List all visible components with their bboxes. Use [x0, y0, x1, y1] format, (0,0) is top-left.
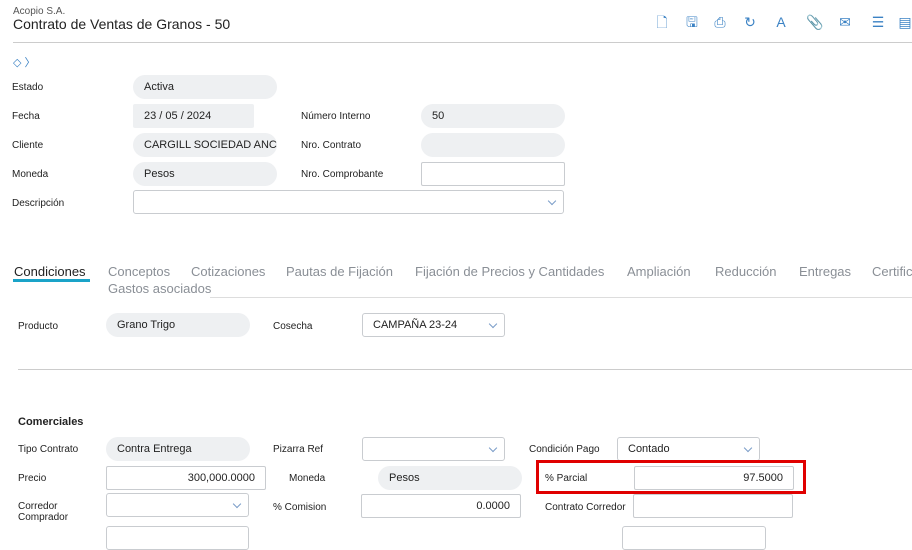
- fecha-label: Fecha: [12, 111, 40, 122]
- section-divider: [18, 369, 912, 370]
- nro-contrato-label: Nro. Contrato: [301, 140, 362, 151]
- tab-condiciones[interactable]: Condiciones: [14, 264, 86, 279]
- estado-label: Estado: [12, 82, 44, 93]
- text-document-icon[interactable]: A: [773, 14, 789, 30]
- tab-gastos-asociados[interactable]: Gastos asociados: [108, 281, 211, 296]
- chevron-down-icon: [232, 499, 242, 509]
- tab-ampliaci-n[interactable]: Ampliación: [627, 264, 691, 279]
- nro-comprobante-input[interactable]: [421, 162, 565, 186]
- chevron-down-icon: [743, 443, 753, 453]
- header-divider: [13, 42, 912, 43]
- producto-field: Grano Trigo: [106, 313, 250, 337]
- print-icon[interactable]: ⎙: [712, 14, 728, 30]
- nro-comprobante-label: Nro. Comprobante: [301, 169, 384, 180]
- cliente-field: CARGILL SOCIEDAD ANC: [133, 133, 277, 157]
- tab-entregas[interactable]: Entregas: [799, 264, 851, 279]
- chevron-down-icon: [488, 319, 498, 329]
- fecha-field[interactable]: 23 / 05 / 2024: [133, 104, 254, 128]
- corredor-label: Corredor Comprador: [18, 501, 69, 523]
- tabs-divider: [210, 297, 912, 298]
- cosecha-label: Cosecha: [273, 321, 313, 332]
- tipo-contrato-field: Contra Entrega: [106, 437, 250, 461]
- condicion-pago-select[interactable]: Contado: [617, 437, 760, 461]
- pizarra-select[interactable]: [362, 437, 505, 461]
- contrato-corredor-input[interactable]: [633, 494, 793, 518]
- refresh-icon[interactable]: ↻: [742, 14, 758, 30]
- cosecha-select[interactable]: CAMPAÑA 23-24: [362, 313, 505, 337]
- moneda-label: Moneda: [12, 169, 49, 180]
- new-document-icon[interactable]: 🗋: [654, 14, 670, 30]
- checklist-icon[interactable]: ☰: [870, 14, 886, 30]
- moneda-com-label: Moneda: [289, 473, 326, 484]
- tab-cotizaciones[interactable]: Cotizaciones: [191, 264, 265, 279]
- moneda-field: Pesos: [133, 162, 277, 186]
- condicion-pago-value: Contado: [628, 443, 670, 455]
- comision-label: % Comision: [273, 502, 327, 513]
- numero-interno-field: 50: [421, 104, 565, 128]
- list-icon[interactable]: ▤: [897, 14, 912, 30]
- next-row-select-2[interactable]: [622, 526, 766, 550]
- nro-contrato-field: [421, 133, 565, 157]
- comerciales-title: Comerciales: [18, 416, 84, 428]
- chevron-down-icon: [488, 443, 498, 453]
- tab-reducci-n[interactable]: Reducción: [715, 264, 776, 279]
- condicion-pago-label: Condición Pago: [529, 444, 600, 455]
- next-row-select[interactable]: [106, 526, 249, 550]
- parcial-input[interactable]: 97.5000: [634, 466, 794, 490]
- save-icon[interactable]: 🖫: [684, 14, 700, 30]
- precio-label: Precio: [18, 473, 47, 484]
- cosecha-value: CAMPAÑA 23-24: [373, 319, 458, 331]
- corredor-select[interactable]: [106, 493, 249, 517]
- descripcion-select[interactable]: [133, 190, 564, 214]
- attach-icon[interactable]: 📎: [806, 14, 823, 30]
- mail-icon[interactable]: ✉: [837, 14, 853, 30]
- chevron-down-icon: [547, 196, 557, 206]
- tag-icon[interactable]: ◇ 〉: [13, 54, 36, 70]
- moneda-com-field: Pesos: [378, 466, 522, 490]
- tab-certific[interactable]: Certific: [872, 264, 912, 279]
- page-title: Contrato de Ventas de Granos - 50: [13, 16, 231, 32]
- contrato-corredor-label: Contrato Corredor: [545, 502, 626, 513]
- producto-label: Producto: [18, 321, 59, 332]
- precio-input[interactable]: 300,000.0000: [106, 466, 266, 490]
- numero-interno-label: Número Interno: [301, 111, 371, 122]
- estado-field: Activa: [133, 75, 277, 99]
- active-tab-indicator: [13, 279, 90, 282]
- comision-input[interactable]: 0.0000: [361, 494, 521, 518]
- tipo-contrato-label: Tipo Contrato: [18, 444, 79, 455]
- tab-fijaci-n-de-precios-y-cantidades[interactable]: Fijación de Precios y Cantidades: [415, 264, 604, 279]
- pizarra-label: Pizarra Ref: [273, 444, 324, 455]
- tab-conceptos[interactable]: Conceptos: [108, 264, 170, 279]
- cliente-label: Cliente: [12, 140, 44, 151]
- parcial-label: % Parcial: [545, 473, 588, 484]
- tab-pautas-de-fijaci-n[interactable]: Pautas de Fijación: [286, 264, 393, 279]
- descripcion-label: Descripción: [12, 198, 65, 209]
